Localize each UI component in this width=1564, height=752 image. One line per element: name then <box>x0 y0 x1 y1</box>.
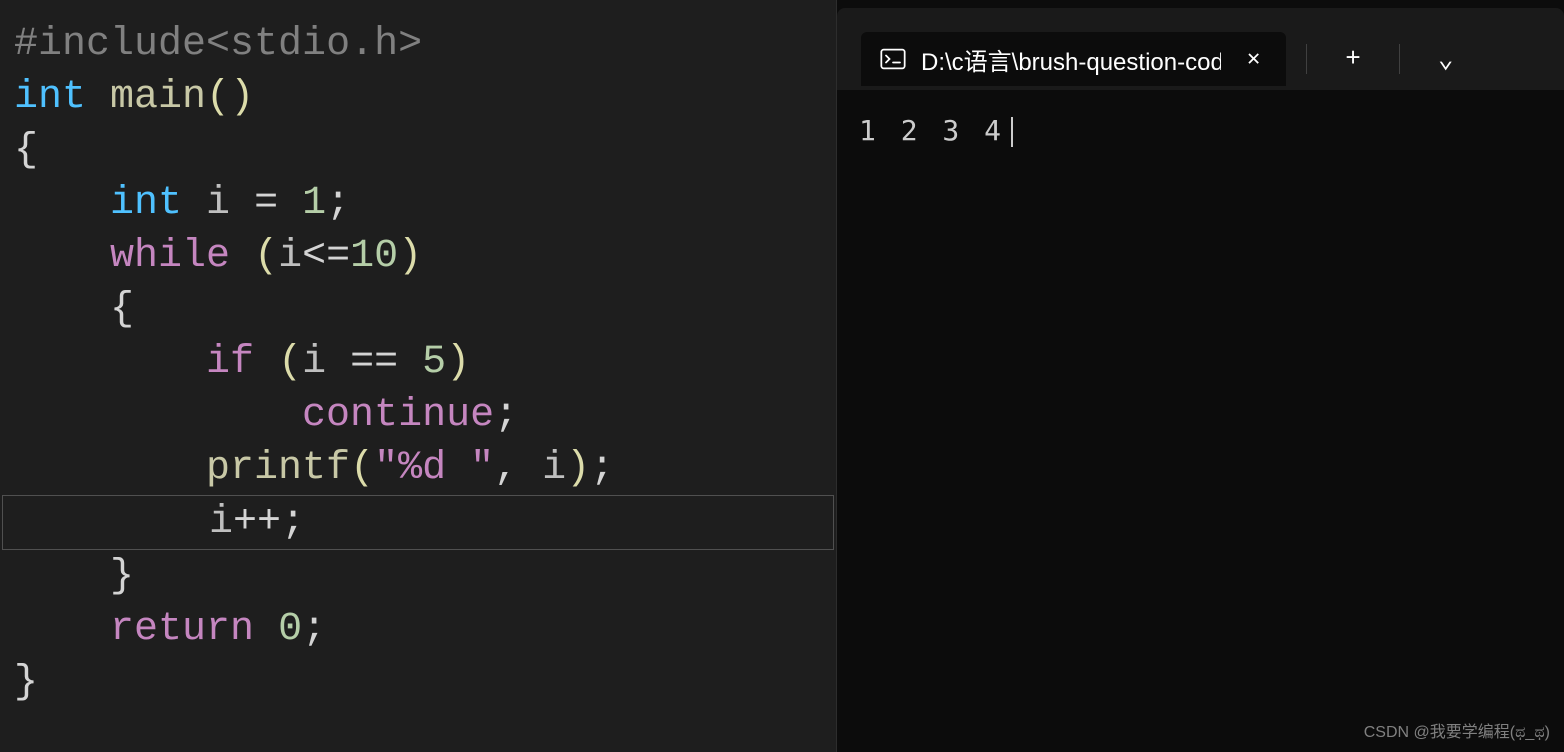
brace: { <box>14 128 38 173</box>
terminal-tab[interactable]: D:\c语言\brush-question-cod ✕ <box>861 32 1286 86</box>
function-name: main <box>110 75 206 120</box>
angle-bracket: > <box>398 22 422 67</box>
number-literal: 10 <box>350 234 398 279</box>
number-literal: 5 <box>422 340 446 385</box>
semicolon: ; <box>302 607 326 652</box>
variable: i <box>542 446 566 491</box>
code-line-current[interactable]: i++; <box>2 495 834 550</box>
code-line[interactable]: { <box>0 124 836 177</box>
variable: i <box>206 181 230 226</box>
operator: = <box>254 181 278 226</box>
terminal-tab-title: D:\c语言\brush-question-cod <box>921 42 1221 77</box>
variable: i <box>209 500 233 545</box>
semicolon: ; <box>494 393 518 438</box>
paren: ( <box>350 446 374 491</box>
type-keyword: int <box>110 181 182 226</box>
close-tab-button[interactable]: ✕ <box>1239 42 1268 76</box>
paren: ) <box>230 75 254 120</box>
paren: ) <box>446 340 470 385</box>
angle-bracket: < <box>206 22 230 67</box>
divider <box>1306 44 1307 74</box>
terminal-actions: + ⌄ <box>1306 38 1463 81</box>
terminal-output: 1 2 3 4 <box>859 114 1005 147</box>
keyword-return: return <box>110 607 254 652</box>
brace: { <box>110 287 134 332</box>
terminal-icon <box>879 45 907 73</box>
new-tab-button[interactable]: + <box>1335 38 1371 80</box>
code-line[interactable]: } <box>0 550 836 603</box>
type-keyword: int <box>14 75 86 120</box>
terminal-window: D:\c语言\brush-question-cod ✕ + ⌄ 1 2 3 4 <box>836 0 1564 752</box>
semicolon: ; <box>281 500 305 545</box>
variable: i <box>302 340 326 385</box>
operator: == <box>350 340 398 385</box>
number-literal: 0 <box>278 607 302 652</box>
operator: <= <box>302 234 350 279</box>
code-line[interactable]: if (i == 5) <box>0 336 836 389</box>
code-line[interactable]: while (i<=10) <box>0 230 836 283</box>
code-line[interactable]: return 0; <box>0 603 836 656</box>
paren: ( <box>278 340 302 385</box>
paren: ( <box>254 234 278 279</box>
keyword-while: while <box>110 234 230 279</box>
header-name: stdio.h <box>230 22 398 67</box>
terminal-cursor <box>1011 117 1013 147</box>
terminal-body[interactable]: 1 2 3 4 <box>837 90 1564 171</box>
keyword-continue: continue <box>302 393 494 438</box>
number-literal: 1 <box>302 181 326 226</box>
code-line[interactable]: continue; <box>0 389 836 442</box>
code-line[interactable]: int main() <box>0 71 836 124</box>
semicolon: ; <box>326 181 350 226</box>
paren: ) <box>566 446 590 491</box>
code-line[interactable]: } <box>0 656 836 709</box>
code-line[interactable]: { <box>0 283 836 336</box>
comma: , <box>494 446 518 491</box>
string-literal: "%d " <box>374 446 494 491</box>
tab-dropdown-button[interactable]: ⌄ <box>1428 38 1464 81</box>
paren: ( <box>206 75 230 120</box>
operator: ++ <box>233 500 281 545</box>
semicolon: ; <box>590 446 614 491</box>
function-call: printf <box>206 446 350 491</box>
divider <box>1399 44 1400 74</box>
code-editor-pane[interactable]: #include<stdio.h> int main() { int i = 1… <box>0 0 836 752</box>
paren: ) <box>398 234 422 279</box>
brace: } <box>110 554 134 599</box>
keyword-if: if <box>206 340 254 385</box>
code-line[interactable]: #include<stdio.h> <box>0 18 836 71</box>
variable: i <box>278 234 302 279</box>
terminal-titlebar: D:\c语言\brush-question-cod ✕ + ⌄ <box>837 8 1564 90</box>
brace: } <box>14 660 38 705</box>
preprocessor-token: #include <box>14 22 206 67</box>
code-line[interactable]: printf("%d ", i); <box>0 442 836 495</box>
code-line[interactable]: int i = 1; <box>0 177 836 230</box>
watermark: CSDN @我要学编程(ಥ_ಥ) <box>1364 718 1550 742</box>
